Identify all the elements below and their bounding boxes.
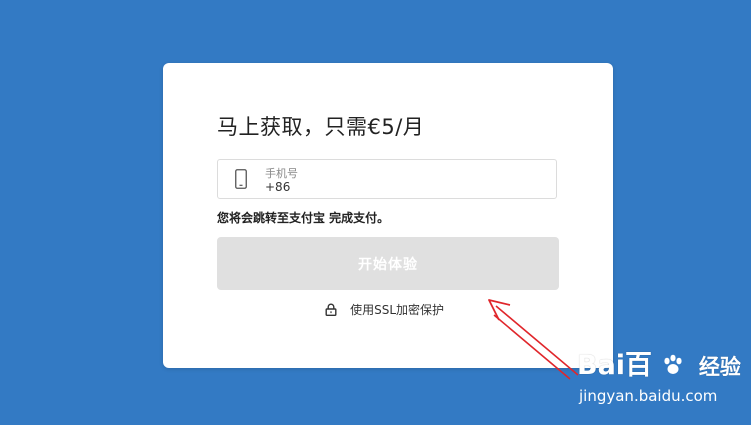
page-title: 马上获取，只需€5/月: [217, 115, 425, 139]
lock-icon: [325, 303, 337, 316]
start-trial-button[interactable]: 开始体验: [217, 237, 559, 290]
watermark-brand-cn: 经验: [698, 355, 741, 379]
paw-icon: [664, 354, 683, 374]
phone-country-code[interactable]: +86: [265, 180, 290, 194]
phone-number-field[interactable]: 手机号 +86: [217, 159, 557, 199]
baidu-jingyan-watermark: Bai百 经验 jingyan.baidu.com: [573, 343, 743, 413]
watermark-logo: Bai百 经验: [577, 343, 741, 382]
phone-field-label: 手机号: [265, 167, 298, 180]
ssl-notice-text: 使用SSL加密保护: [350, 303, 445, 317]
page-background: 马上获取，只需€5/月 手机号 +86 您将会跳转至支付宝 完成支付。 开始体验…: [0, 0, 751, 425]
redirect-notice: 您将会跳转至支付宝 完成支付。: [217, 211, 390, 225]
watermark-brand: Bai百: [577, 350, 653, 381]
phone-icon: [235, 169, 247, 189]
ssl-notice: 使用SSL加密保护: [325, 299, 444, 317]
watermark-url: jingyan.baidu.com: [579, 387, 718, 405]
